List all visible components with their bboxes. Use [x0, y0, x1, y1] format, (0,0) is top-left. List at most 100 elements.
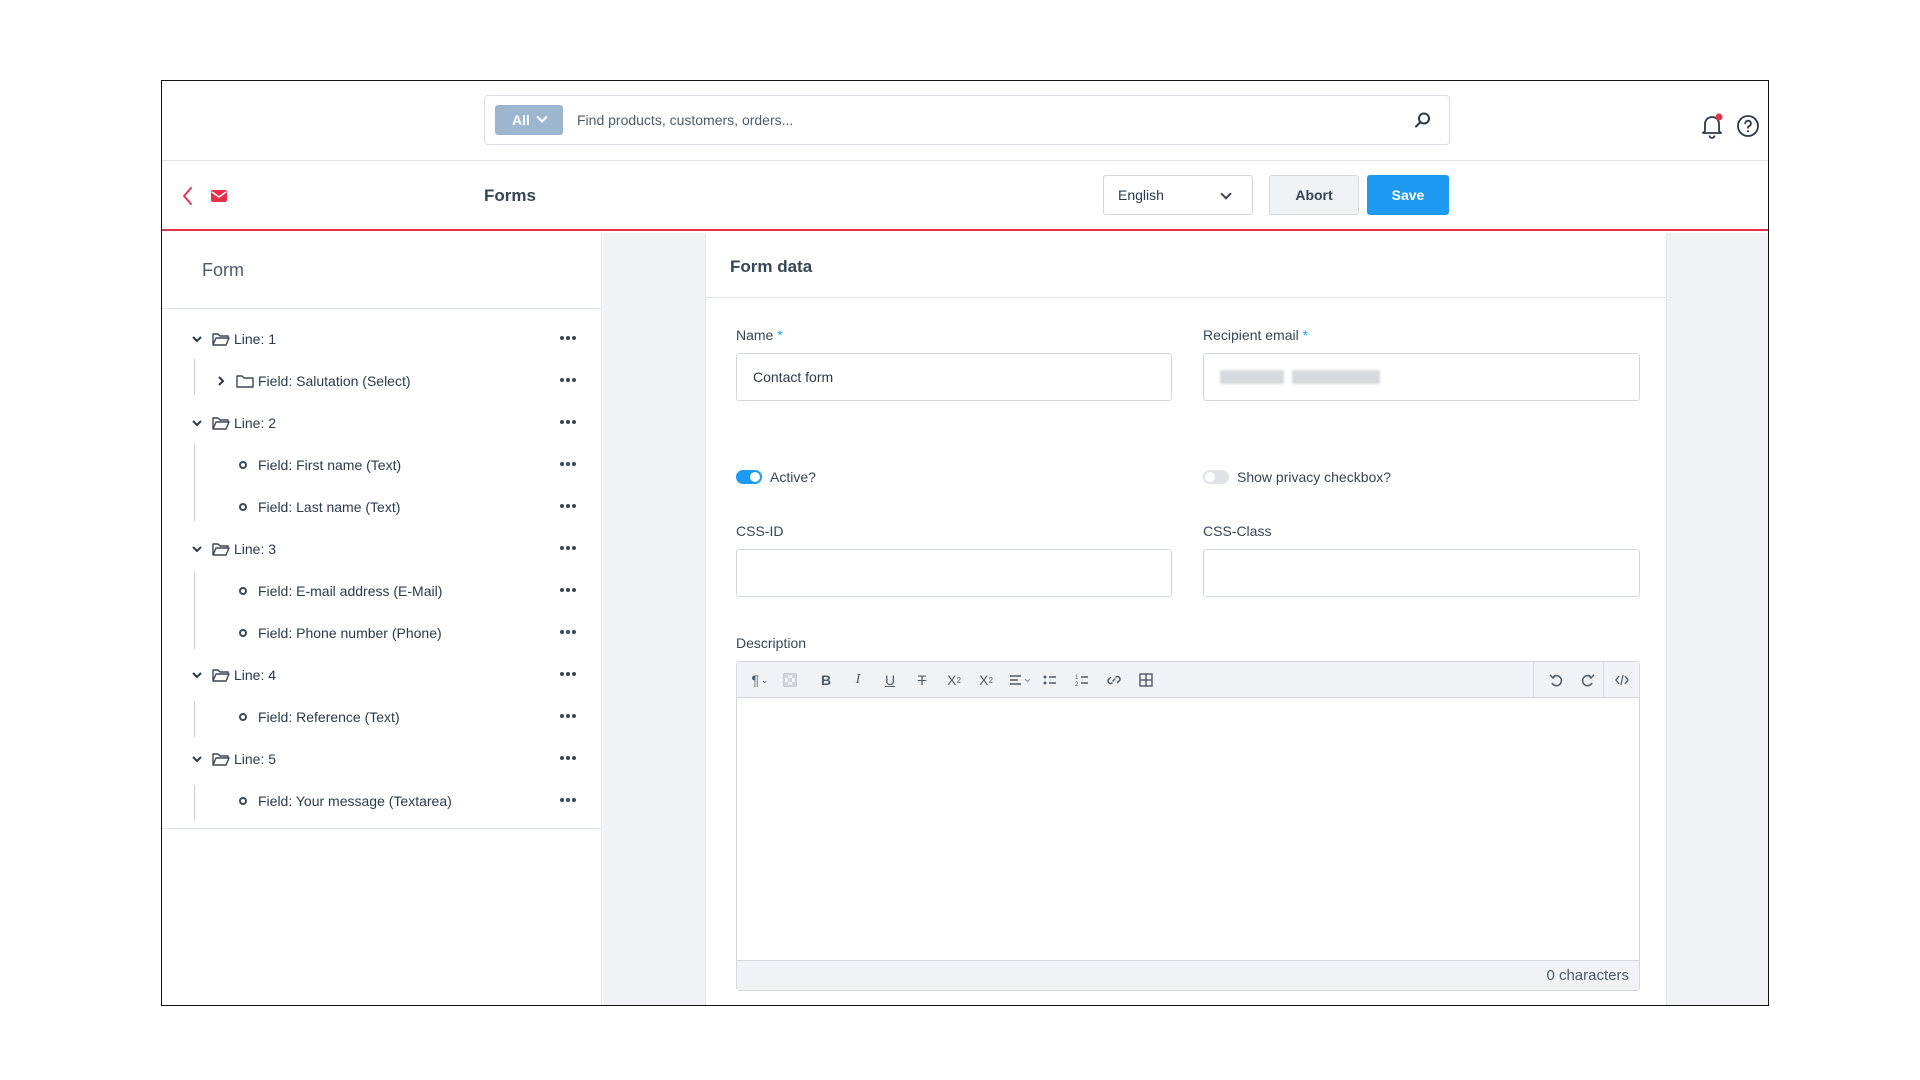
more-actions-icon[interactable] — [560, 504, 580, 510]
css-class-input[interactable] — [1203, 549, 1640, 597]
privacy-label: Show privacy checkbox? — [1237, 469, 1392, 485]
help-icon[interactable] — [1736, 114, 1760, 138]
chevron-down-icon — [1220, 188, 1232, 200]
editor-text-area[interactable] — [737, 699, 1639, 961]
more-actions-icon[interactable] — [560, 798, 580, 804]
tree-item-line-4[interactable]: Line: 4 — [162, 654, 602, 696]
paragraph-format-icon[interactable]: ¶ ⌄ — [747, 670, 773, 690]
table-icon[interactable] — [1137, 670, 1155, 690]
name-label-text: Name — [736, 327, 774, 343]
field-dot-icon — [239, 587, 247, 595]
search-input[interactable] — [577, 112, 1403, 128]
app-window: All Find products, customers, orders... … — [161, 80, 1769, 1006]
abort-button[interactable]: Abort — [1269, 175, 1359, 215]
tree-item-field-email[interactable]: Field: E-mail address (E-Mail) — [162, 570, 602, 612]
tree-item-field-reference[interactable]: Field: Reference (Text) — [162, 696, 602, 738]
global-search: All — [484, 95, 1450, 145]
numbered-list-icon[interactable]: 12 — [1073, 670, 1091, 690]
toolbar-separator — [1533, 662, 1534, 698]
more-actions-icon[interactable] — [560, 462, 580, 468]
css-id-input[interactable] — [736, 549, 1172, 597]
active-toggle[interactable] — [736, 470, 762, 484]
svg-text:1: 1 — [1075, 675, 1079, 681]
more-actions-icon[interactable] — [560, 756, 580, 762]
toggle-knob — [750, 472, 760, 482]
redacted-text — [1220, 370, 1284, 384]
active-label: Active? — [770, 469, 816, 485]
description-editor: ¶ ⌄ B I U T X2 X2 12 0 characters — [736, 661, 1640, 991]
chevron-down-icon[interactable] — [192, 334, 202, 344]
tree-panel-title: Form — [162, 233, 601, 309]
top-bar: All — [162, 81, 1768, 161]
field-dot-icon — [239, 629, 247, 637]
bold-icon[interactable]: B — [817, 670, 835, 690]
recipient-email-input[interactable] — [1203, 353, 1640, 401]
tree-item-field-phone[interactable]: Field: Phone number (Phone) — [162, 612, 602, 654]
envelope-icon — [210, 188, 228, 204]
search-type-dropdown[interactable]: All — [495, 105, 563, 135]
tree-item-line-1[interactable]: Line: 1 — [162, 318, 602, 360]
tree-item-field-message[interactable]: Field: Your message (Textarea) — [162, 780, 602, 822]
italic-icon[interactable]: I — [849, 670, 867, 690]
tree-item-label: Field: First name (Text) — [258, 457, 402, 473]
underline-icon[interactable]: U — [881, 670, 899, 690]
superscript-icon[interactable]: X2 — [945, 670, 963, 690]
field-dot-icon — [239, 461, 247, 469]
more-actions-icon[interactable] — [560, 630, 580, 636]
tree-item-label: Line: 2 — [234, 415, 277, 431]
chevron-down-icon[interactable] — [192, 418, 202, 428]
page-title: Forms — [484, 186, 536, 205]
required-marker: * — [1302, 327, 1309, 343]
folder-open-icon — [212, 417, 230, 430]
notification-bell-icon[interactable] — [1699, 112, 1725, 140]
subscript-icon[interactable]: X2 — [977, 670, 995, 690]
chevron-down-icon — [536, 111, 548, 123]
align-icon[interactable] — [1007, 670, 1035, 690]
code-view-icon[interactable] — [1613, 670, 1631, 690]
folder-open-icon — [212, 753, 230, 766]
form-structure-panel: Form Line: 1 Field: Salutation (Select) — [162, 233, 602, 1005]
more-actions-icon[interactable] — [560, 378, 580, 384]
chevron-down-icon[interactable] — [192, 754, 202, 764]
chevron-right-icon[interactable] — [216, 376, 226, 386]
tree-item-line-3[interactable]: Line: 3 — [162, 528, 602, 570]
character-count: 0 characters — [1546, 967, 1629, 984]
more-actions-icon[interactable] — [560, 336, 580, 342]
more-actions-icon[interactable] — [560, 672, 580, 678]
tree-item-label: Field: Last name (Text) — [258, 499, 401, 515]
bullet-list-icon[interactable] — [1041, 670, 1059, 690]
tree-item-label: Line: 4 — [234, 667, 277, 683]
search-type-label: All — [512, 112, 530, 128]
chevron-down-icon[interactable] — [192, 670, 202, 680]
required-marker: * — [777, 327, 783, 343]
privacy-checkbox-toggle[interactable] — [1203, 470, 1229, 484]
clear-format-icon[interactable] — [781, 670, 799, 690]
link-icon[interactable] — [1105, 670, 1123, 690]
tree-item-line-5[interactable]: Line: 5 — [162, 738, 602, 780]
search-icon[interactable] — [1403, 100, 1443, 140]
card-title: Form data — [730, 257, 813, 276]
folder-icon — [236, 375, 254, 388]
field-dot-icon — [239, 503, 247, 511]
back-arrow-icon[interactable] — [180, 185, 196, 207]
more-actions-icon[interactable] — [560, 420, 580, 426]
more-actions-icon[interactable] — [560, 546, 580, 552]
more-actions-icon[interactable] — [560, 588, 580, 594]
redo-icon[interactable] — [1579, 670, 1597, 690]
chevron-down-icon[interactable] — [192, 544, 202, 554]
name-input[interactable] — [736, 353, 1172, 401]
strikethrough-icon[interactable]: T — [913, 670, 931, 690]
folder-open-icon — [212, 543, 230, 556]
language-select[interactable]: English — [1103, 175, 1253, 215]
save-button[interactable]: Save — [1367, 175, 1449, 215]
tree-item-field-last-name[interactable]: Field: Last name (Text) — [162, 486, 602, 528]
tree-item-field-salutation[interactable]: Field: Salutation (Select) — [162, 360, 602, 402]
tree-item-line-2[interactable]: Line: 2 — [162, 402, 602, 444]
form-data-card: Form data Name * Recipient email * Activ… — [705, 233, 1667, 1005]
more-actions-icon[interactable] — [560, 714, 580, 720]
undo-icon[interactable] — [1547, 670, 1565, 690]
editor-footer: 0 characters — [737, 960, 1639, 990]
css-id-label: CSS-ID — [736, 523, 784, 539]
tree-item-label: Field: Phone number (Phone) — [258, 625, 442, 641]
tree-item-field-first-name[interactable]: Field: First name (Text) — [162, 444, 602, 486]
